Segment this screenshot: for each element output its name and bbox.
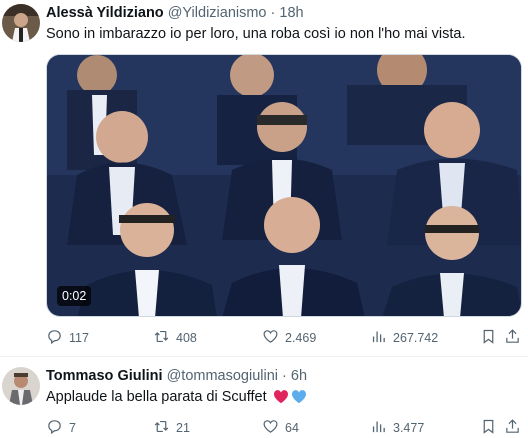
heart-icon [262,328,279,348]
tweet-header: Tommaso Giulini @tommasogiulini · 6h [46,368,307,384]
avatar[interactable] [2,4,40,42]
reply-count: 117 [69,331,89,345]
like-count: 2.469 [285,331,317,345]
display-name[interactable]: Tommaso Giulini [46,368,163,384]
avatar[interactable] [2,367,40,405]
user-handle[interactable]: @tommasogiulini [167,368,278,384]
retweet-icon [153,328,170,348]
heart-icon [262,418,279,438]
display-name[interactable]: Alessà Yildiziano [46,5,164,21]
tweet-text: Sono in imbarazzo io per loro, una roba … [46,26,466,42]
reply-icon [46,328,63,348]
retweet-button[interactable]: 21 [153,418,190,438]
like-button[interactable]: 64 [262,418,299,438]
timestamp[interactable]: 6h [291,368,307,384]
views-count: 267.742 [393,331,439,345]
like-count: 64 [285,421,299,435]
retweet-icon [153,418,170,438]
bookmark-icon [480,418,497,438]
reply-button[interactable]: 117 [46,328,89,348]
views-button[interactable]: 3.477 [370,418,424,438]
views-icon [370,328,387,348]
tweet-actions: 117 408 2.469 267.742 [46,328,520,348]
share-icon [504,418,521,438]
share-button[interactable] [504,418,521,438]
red-heart-icon [273,389,289,408]
reply-button[interactable]: 7 [46,418,76,438]
blue-heart-icon [291,389,307,408]
retweet-count: 21 [176,421,190,435]
like-button[interactable]: 2.469 [262,328,316,348]
tweet-text: Applaude la bella parata di Scuffet [46,389,267,405]
tweet-actions: 7 21 64 3.477 [46,418,520,438]
video-frame [47,55,521,316]
video-duration: 0:02 [57,286,92,306]
separator: · [270,5,276,21]
bookmark-button[interactable] [480,328,497,348]
tweet-1[interactable]: Alessà Yildiziano @Yildizianismo · 18h S… [0,0,528,356]
user-handle[interactable]: @Yildizianismo [168,5,267,21]
timestamp[interactable]: 18h [279,5,303,21]
tweet-2[interactable]: Tommaso Giulini @tommasogiulini · 6h App… [0,357,528,436]
reply-count: 7 [69,421,76,435]
share-button[interactable] [504,328,521,348]
bookmark-button[interactable] [480,418,497,438]
views-button[interactable]: 267.742 [370,328,438,348]
retweet-button[interactable]: 408 [153,328,197,348]
views-icon [370,418,387,438]
tweet-header: Alessà Yildiziano @Yildizianismo · 18h [46,5,304,21]
bookmark-icon [480,328,497,348]
retweet-count: 408 [176,331,197,345]
views-count: 3.477 [393,421,425,435]
reply-icon [46,418,63,438]
separator: · [282,368,287,384]
share-icon [504,328,521,348]
tweet-video[interactable]: 0:02 [46,54,522,317]
tweet-text-line: Applaude la bella parata di Scuffet [46,389,307,408]
